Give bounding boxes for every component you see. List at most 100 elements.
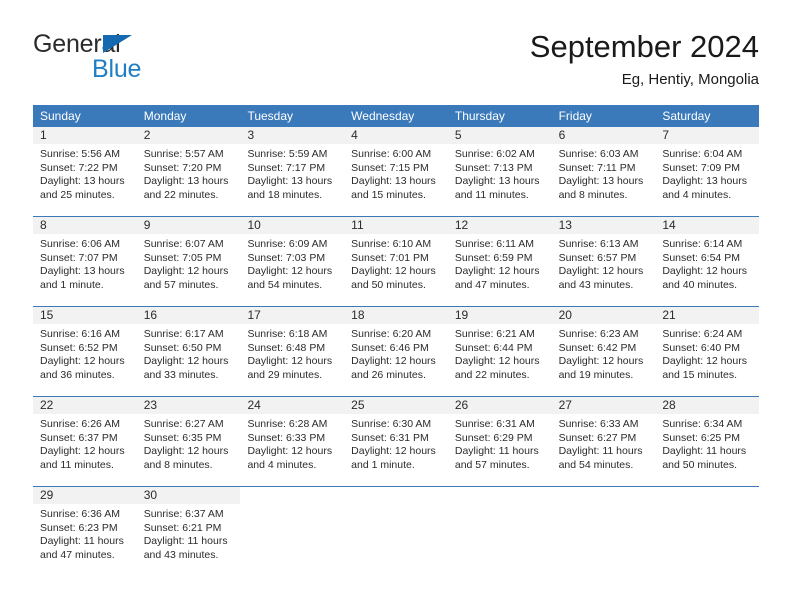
day-details: Sunrise: 6:06 AM Sunset: 7:07 PM Dayligh… [33, 234, 137, 292]
day-number: 8 [33, 217, 137, 234]
daylight-text-line2: and 15 minutes. [351, 188, 426, 201]
daylight-text-line1: Daylight: 11 hours [40, 535, 124, 548]
sunset-text: Sunset: 6:44 PM [454, 341, 533, 354]
day-number: 4 [344, 127, 448, 144]
day-cell[interactable]: 17 Sunrise: 6:18 AM Sunset: 6:48 PM Dayl… [240, 307, 345, 396]
day-cell[interactable]: 22 Sunrise: 6:26 AM Sunset: 6:37 PM Dayl… [33, 397, 137, 486]
daylight-text-line2: and 47 minutes. [454, 278, 530, 291]
sunset-text: Sunset: 6:29 PM [454, 431, 533, 444]
day-details: Sunrise: 6:34 AM Sunset: 6:25 PM Dayligh… [655, 414, 759, 472]
sunrise-text: Sunrise: 6:31 AM [454, 418, 535, 430]
day-cell[interactable]: 3 Sunrise: 5:59 AM Sunset: 7:17 PM Dayli… [240, 127, 345, 216]
day-cell[interactable]: 15 Sunrise: 6:16 AM Sunset: 6:52 PM Dayl… [33, 307, 137, 396]
sunrise-text: Sunrise: 6:06 AM [40, 238, 120, 250]
day-cell[interactable]: 29 Sunrise: 6:36 AM Sunset: 6:23 PM Dayl… [33, 487, 137, 576]
day-number: 23 [136, 397, 241, 414]
day-cell[interactable]: 27 Sunrise: 6:33 AM Sunset: 6:27 PM Dayl… [551, 397, 656, 486]
weekday-header-sunday: Sunday [40, 109, 81, 123]
daylight-text-line2: and 54 minutes. [247, 278, 323, 291]
day-cell[interactable]: 13 Sunrise: 6:13 AM Sunset: 6:57 PM Dayl… [551, 217, 656, 306]
day-number: 16 [136, 307, 241, 324]
daylight-text-line2: and 25 minutes. [40, 188, 115, 201]
day-cell[interactable]: 16 Sunrise: 6:17 AM Sunset: 6:50 PM Dayl… [136, 307, 241, 396]
day-cell[interactable]: 23 Sunrise: 6:27 AM Sunset: 6:35 PM Dayl… [136, 397, 241, 486]
day-details: Sunrise: 5:56 AM Sunset: 7:22 PM Dayligh… [33, 144, 137, 202]
day-cell[interactable]: 12 Sunrise: 6:11 AM Sunset: 6:59 PM Dayl… [447, 217, 552, 306]
day-number: 9 [136, 217, 241, 234]
daylight-text-line2: and 57 minutes. [454, 458, 530, 471]
day-details: Sunrise: 6:07 AM Sunset: 7:05 PM Dayligh… [137, 234, 241, 292]
sunset-text: Sunset: 6:42 PM [558, 341, 637, 354]
sunrise-text: Sunrise: 6:37 AM [143, 508, 224, 520]
day-cell[interactable]: 5 Sunrise: 6:02 AM Sunset: 7:13 PM Dayli… [447, 127, 552, 216]
day-details: Sunrise: 6:30 AM Sunset: 6:31 PM Dayligh… [344, 414, 448, 472]
sunset-text: Sunset: 6:57 PM [558, 251, 637, 264]
weekday-header-saturday: Saturday [662, 109, 711, 123]
day-cell[interactable]: 2 Sunrise: 5:57 AM Sunset: 7:20 PM Dayli… [136, 127, 241, 216]
week-row: 22 Sunrise: 6:26 AM Sunset: 6:37 PM Dayl… [33, 396, 760, 486]
sunset-text: Sunset: 7:17 PM [247, 161, 326, 174]
daylight-text-line1: Daylight: 11 hours [558, 445, 643, 458]
day-number [655, 487, 759, 504]
day-number: 14 [655, 217, 760, 234]
brand-logo[interactable]: General Blue [33, 28, 253, 90]
daylight-text-line1: Daylight: 13 hours [40, 175, 125, 188]
day-cell[interactable]: 8 Sunrise: 6:06 AM Sunset: 7:07 PM Dayli… [33, 217, 137, 306]
daylight-text-line2: and 43 minutes. [143, 548, 219, 561]
daylight-text-line1: Daylight: 13 hours [40, 265, 125, 278]
sunset-text: Sunset: 6:27 PM [558, 431, 637, 444]
daylight-text-line2: and 50 minutes. [351, 278, 426, 291]
sunset-text: Sunset: 7:20 PM [143, 161, 222, 174]
sunset-text: Sunset: 6:21 PM [143, 521, 222, 534]
day-cell[interactable]: 20 Sunrise: 6:23 AM Sunset: 6:42 PM Dayl… [551, 307, 656, 396]
day-cell-empty [552, 487, 656, 576]
day-cell[interactable]: 26 Sunrise: 6:31 AM Sunset: 6:29 PM Dayl… [447, 397, 552, 486]
day-cell[interactable]: 1 Sunrise: 5:56 AM Sunset: 7:22 PM Dayli… [33, 127, 137, 216]
daylight-text-line2: and 19 minutes. [558, 368, 634, 381]
day-cell[interactable]: 11 Sunrise: 6:10 AM Sunset: 7:01 PM Dayl… [344, 217, 448, 306]
week-row: 15 Sunrise: 6:16 AM Sunset: 6:52 PM Dayl… [33, 306, 760, 396]
daylight-text-line1: Daylight: 11 hours [662, 445, 747, 458]
day-cell[interactable]: 18 Sunrise: 6:20 AM Sunset: 6:46 PM Dayl… [344, 307, 448, 396]
day-cell-empty [240, 487, 344, 576]
day-number: 19 [447, 307, 552, 324]
daylight-text-line1: Daylight: 13 hours [454, 175, 540, 188]
sunset-text: Sunset: 6:40 PM [662, 341, 740, 354]
day-cell[interactable]: 10 Sunrise: 6:09 AM Sunset: 7:03 PM Dayl… [240, 217, 345, 306]
day-cell[interactable]: 7 Sunrise: 6:04 AM Sunset: 7:09 PM Dayli… [655, 127, 760, 216]
daylight-text-line1: Daylight: 12 hours [143, 445, 229, 458]
weekday-header-tuesday: Tuesday [247, 109, 294, 123]
day-number: 2 [136, 127, 241, 144]
day-cell[interactable]: 14 Sunrise: 6:14 AM Sunset: 6:54 PM Dayl… [655, 217, 760, 306]
sunset-text: Sunset: 6:25 PM [662, 431, 740, 444]
sunrise-text: Sunrise: 6:27 AM [143, 418, 224, 430]
day-cell[interactable]: 4 Sunrise: 6:00 AM Sunset: 7:15 PM Dayli… [344, 127, 448, 216]
day-cell[interactable]: 6 Sunrise: 6:03 AM Sunset: 7:11 PM Dayli… [551, 127, 656, 216]
day-number: 22 [33, 397, 137, 414]
daylight-text-line1: Daylight: 12 hours [247, 265, 333, 278]
sunset-text: Sunset: 6:48 PM [247, 341, 326, 354]
sunrise-text: Sunrise: 6:17 AM [143, 328, 224, 340]
day-cell[interactable]: 25 Sunrise: 6:30 AM Sunset: 6:31 PM Dayl… [344, 397, 448, 486]
day-cell[interactable]: 21 Sunrise: 6:24 AM Sunset: 6:40 PM Dayl… [655, 307, 760, 396]
day-number: 3 [240, 127, 345, 144]
page-subtitle: Eg, Hentiy, Mongolia [621, 71, 759, 88]
daylight-text-line1: Daylight: 12 hours [662, 265, 747, 278]
sunrise-text: Sunrise: 6:02 AM [454, 148, 535, 160]
sunrise-text: Sunrise: 5:57 AM [143, 148, 224, 160]
day-cell[interactable]: 30 Sunrise: 6:37 AM Sunset: 6:21 PM Dayl… [136, 487, 241, 576]
day-cell[interactable]: 19 Sunrise: 6:21 AM Sunset: 6:44 PM Dayl… [447, 307, 552, 396]
weekday-header-thursday: Thursday [454, 109, 505, 123]
day-number: 25 [344, 397, 448, 414]
daylight-text-line1: Daylight: 12 hours [143, 355, 229, 368]
weekday-header-row: Sunday Monday Tuesday Wednesday Thursday… [33, 105, 759, 127]
triangle-flag-icon [103, 35, 132, 53]
day-cell[interactable]: 28 Sunrise: 6:34 AM Sunset: 6:25 PM Dayl… [655, 397, 760, 486]
sunrise-text: Sunrise: 6:21 AM [454, 328, 535, 340]
day-cell[interactable]: 24 Sunrise: 6:28 AM Sunset: 6:33 PM Dayl… [240, 397, 345, 486]
sunrise-text: Sunrise: 5:59 AM [247, 148, 328, 160]
day-cell[interactable]: 9 Sunrise: 6:07 AM Sunset: 7:05 PM Dayli… [136, 217, 241, 306]
sunset-text: Sunset: 6:33 PM [247, 431, 326, 444]
daylight-text-line2: and 11 minutes. [40, 458, 114, 471]
day-number: 11 [344, 217, 448, 234]
